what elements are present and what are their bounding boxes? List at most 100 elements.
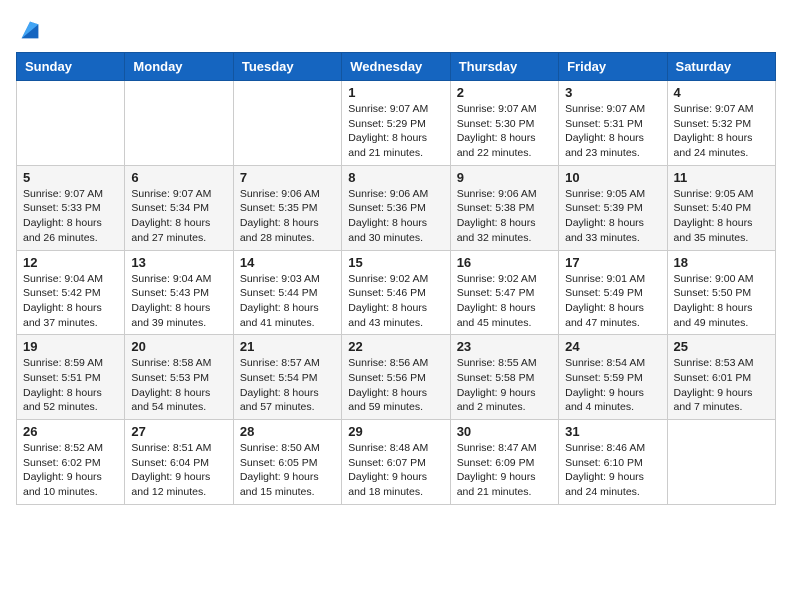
day-number: 13 [131, 255, 226, 270]
day-number: 22 [348, 339, 443, 354]
day-number: 25 [674, 339, 769, 354]
calendar-day-cell: 15 Sunrise: 9:02 AMSunset: 5:46 PMDayligh… [342, 250, 450, 335]
calendar-day-cell [125, 81, 233, 166]
day-number: 20 [131, 339, 226, 354]
day-number: 16 [457, 255, 552, 270]
day-number: 7 [240, 170, 335, 185]
day-info: Sunrise: 8:51 AMSunset: 6:04 PMDaylight:… [131, 441, 226, 500]
calendar-day-header: Wednesday [342, 53, 450, 81]
calendar-day-header: Monday [125, 53, 233, 81]
logo [16, 16, 48, 44]
day-info: Sunrise: 9:05 AMSunset: 5:40 PMDaylight:… [674, 187, 769, 246]
calendar-day-cell: 27 Sunrise: 8:51 AMSunset: 6:04 PMDayligh… [125, 420, 233, 505]
day-info: Sunrise: 9:04 AMSunset: 5:43 PMDaylight:… [131, 272, 226, 331]
day-info: Sunrise: 8:58 AMSunset: 5:53 PMDaylight:… [131, 356, 226, 415]
day-number: 12 [23, 255, 118, 270]
calendar-week-row: 26 Sunrise: 8:52 AMSunset: 6:02 PMDayligh… [17, 420, 776, 505]
day-info: Sunrise: 9:02 AMSunset: 5:46 PMDaylight:… [348, 272, 443, 331]
calendar-day-header: Friday [559, 53, 667, 81]
calendar-day-cell: 19 Sunrise: 8:59 AMSunset: 5:51 PMDayligh… [17, 335, 125, 420]
day-info: Sunrise: 8:55 AMSunset: 5:58 PMDaylight:… [457, 356, 552, 415]
calendar-day-cell: 30 Sunrise: 8:47 AMSunset: 6:09 PMDayligh… [450, 420, 558, 505]
day-info: Sunrise: 8:50 AMSunset: 6:05 PMDaylight:… [240, 441, 335, 500]
day-info: Sunrise: 8:56 AMSunset: 5:56 PMDaylight:… [348, 356, 443, 415]
day-number: 5 [23, 170, 118, 185]
calendar-day-cell: 16 Sunrise: 9:02 AMSunset: 5:47 PMDayligh… [450, 250, 558, 335]
day-number: 6 [131, 170, 226, 185]
day-number: 10 [565, 170, 660, 185]
calendar-day-cell: 17Sunrise: 9:01 AMSunset: 5:49 PMDayligh… [559, 250, 667, 335]
day-info: Sunrise: 9:07 AMSunset: 5:31 PMDaylight:… [565, 102, 660, 161]
day-info: Sunrise: 9:04 AMSunset: 5:42 PMDaylight:… [23, 272, 118, 331]
day-number: 24 [565, 339, 660, 354]
day-number: 2 [457, 85, 552, 100]
logo-icon [16, 16, 44, 44]
calendar-day-cell: 2Sunrise: 9:07 AMSunset: 5:30 PMDaylight… [450, 81, 558, 166]
day-info: Sunrise: 9:01 AMSunset: 5:49 PMDaylight:… [565, 272, 660, 331]
calendar-day-header: Thursday [450, 53, 558, 81]
day-info: Sunrise: 9:02 AMSunset: 5:47 PMDaylight:… [457, 272, 552, 331]
calendar-day-cell: 10 Sunrise: 9:05 AMSunset: 5:39 PMDayligh… [559, 165, 667, 250]
day-info: Sunrise: 8:59 AMSunset: 5:51 PMDaylight:… [23, 356, 118, 415]
day-number: 21 [240, 339, 335, 354]
calendar-day-cell: 29 Sunrise: 8:48 AMSunset: 6:07 PMDayligh… [342, 420, 450, 505]
calendar-day-cell: 12 Sunrise: 9:04 AMSunset: 5:42 PMDayligh… [17, 250, 125, 335]
day-number: 11 [674, 170, 769, 185]
calendar-day-cell: 23 Sunrise: 8:55 AMSunset: 5:58 PMDayligh… [450, 335, 558, 420]
calendar-day-cell: 31 Sunrise: 8:46 AMSunset: 6:10 PMDayligh… [559, 420, 667, 505]
day-info: Sunrise: 9:07 AMSunset: 5:33 PMDaylight:… [23, 187, 118, 246]
day-number: 31 [565, 424, 660, 439]
day-number: 3 [565, 85, 660, 100]
calendar-header-row: SundayMondayTuesdayWednesdayThursdayFrid… [17, 53, 776, 81]
day-info: Sunrise: 9:07 AMSunset: 5:32 PMDaylight:… [674, 102, 769, 161]
day-info: Sunrise: 8:52 AMSunset: 6:02 PMDaylight:… [23, 441, 118, 500]
calendar-day-cell: 1Sunrise: 9:07 AMSunset: 5:29 PMDaylight… [342, 81, 450, 166]
calendar-day-cell: 21 Sunrise: 8:57 AMSunset: 5:54 PMDayligh… [233, 335, 341, 420]
day-number: 9 [457, 170, 552, 185]
calendar-day-cell: 25 Sunrise: 8:53 AMSunset: 6:01 PMDayligh… [667, 335, 775, 420]
calendar-week-row: 12 Sunrise: 9:04 AMSunset: 5:42 PMDayligh… [17, 250, 776, 335]
day-number: 28 [240, 424, 335, 439]
day-number: 30 [457, 424, 552, 439]
day-info: Sunrise: 8:46 AMSunset: 6:10 PMDaylight:… [565, 441, 660, 500]
calendar-day-header: Tuesday [233, 53, 341, 81]
day-number: 18 [674, 255, 769, 270]
calendar-week-row: 19 Sunrise: 8:59 AMSunset: 5:51 PMDayligh… [17, 335, 776, 420]
day-number: 26 [23, 424, 118, 439]
calendar-day-cell: 20 Sunrise: 8:58 AMSunset: 5:53 PMDayligh… [125, 335, 233, 420]
page-header [16, 16, 776, 44]
day-number: 29 [348, 424, 443, 439]
calendar-day-cell: 9 Sunrise: 9:06 AMSunset: 5:38 PMDaylight… [450, 165, 558, 250]
day-number: 1 [348, 85, 443, 100]
day-info: Sunrise: 8:48 AMSunset: 6:07 PMDaylight:… [348, 441, 443, 500]
calendar-day-cell: 24Sunrise: 8:54 AMSunset: 5:59 PMDayligh… [559, 335, 667, 420]
day-number: 23 [457, 339, 552, 354]
calendar-day-cell: 6Sunrise: 9:07 AMSunset: 5:34 PMDaylight… [125, 165, 233, 250]
day-info: Sunrise: 9:03 AMSunset: 5:44 PMDaylight:… [240, 272, 335, 331]
calendar-week-row: 5 Sunrise: 9:07 AMSunset: 5:33 PMDaylight… [17, 165, 776, 250]
calendar-day-cell: 28 Sunrise: 8:50 AMSunset: 6:05 PMDayligh… [233, 420, 341, 505]
day-info: Sunrise: 8:47 AMSunset: 6:09 PMDaylight:… [457, 441, 552, 500]
day-info: Sunrise: 9:06 AMSunset: 5:35 PMDaylight:… [240, 187, 335, 246]
day-info: Sunrise: 9:06 AMSunset: 5:38 PMDaylight:… [457, 187, 552, 246]
calendar-day-cell [17, 81, 125, 166]
calendar-day-cell [233, 81, 341, 166]
calendar-day-header: Saturday [667, 53, 775, 81]
calendar-day-cell: 14Sunrise: 9:03 AMSunset: 5:44 PMDayligh… [233, 250, 341, 335]
calendar-day-cell: 4Sunrise: 9:07 AMSunset: 5:32 PMDaylight… [667, 81, 775, 166]
calendar-day-cell: 5 Sunrise: 9:07 AMSunset: 5:33 PMDaylight… [17, 165, 125, 250]
day-info: Sunrise: 9:05 AMSunset: 5:39 PMDaylight:… [565, 187, 660, 246]
calendar-table: SundayMondayTuesdayWednesdayThursdayFrid… [16, 52, 776, 505]
day-info: Sunrise: 8:57 AMSunset: 5:54 PMDaylight:… [240, 356, 335, 415]
calendar-day-cell: 18Sunrise: 9:00 AMSunset: 5:50 PMDayligh… [667, 250, 775, 335]
day-number: 8 [348, 170, 443, 185]
day-info: Sunrise: 8:53 AMSunset: 6:01 PMDaylight:… [674, 356, 769, 415]
calendar-day-cell: 13 Sunrise: 9:04 AMSunset: 5:43 PMDayligh… [125, 250, 233, 335]
calendar-day-cell [667, 420, 775, 505]
calendar-day-cell: 22 Sunrise: 8:56 AMSunset: 5:56 PMDayligh… [342, 335, 450, 420]
day-number: 15 [348, 255, 443, 270]
day-number: 19 [23, 339, 118, 354]
calendar-day-cell: 11 Sunrise: 9:05 AMSunset: 5:40 PMDayligh… [667, 165, 775, 250]
day-number: 27 [131, 424, 226, 439]
calendar-day-header: Sunday [17, 53, 125, 81]
